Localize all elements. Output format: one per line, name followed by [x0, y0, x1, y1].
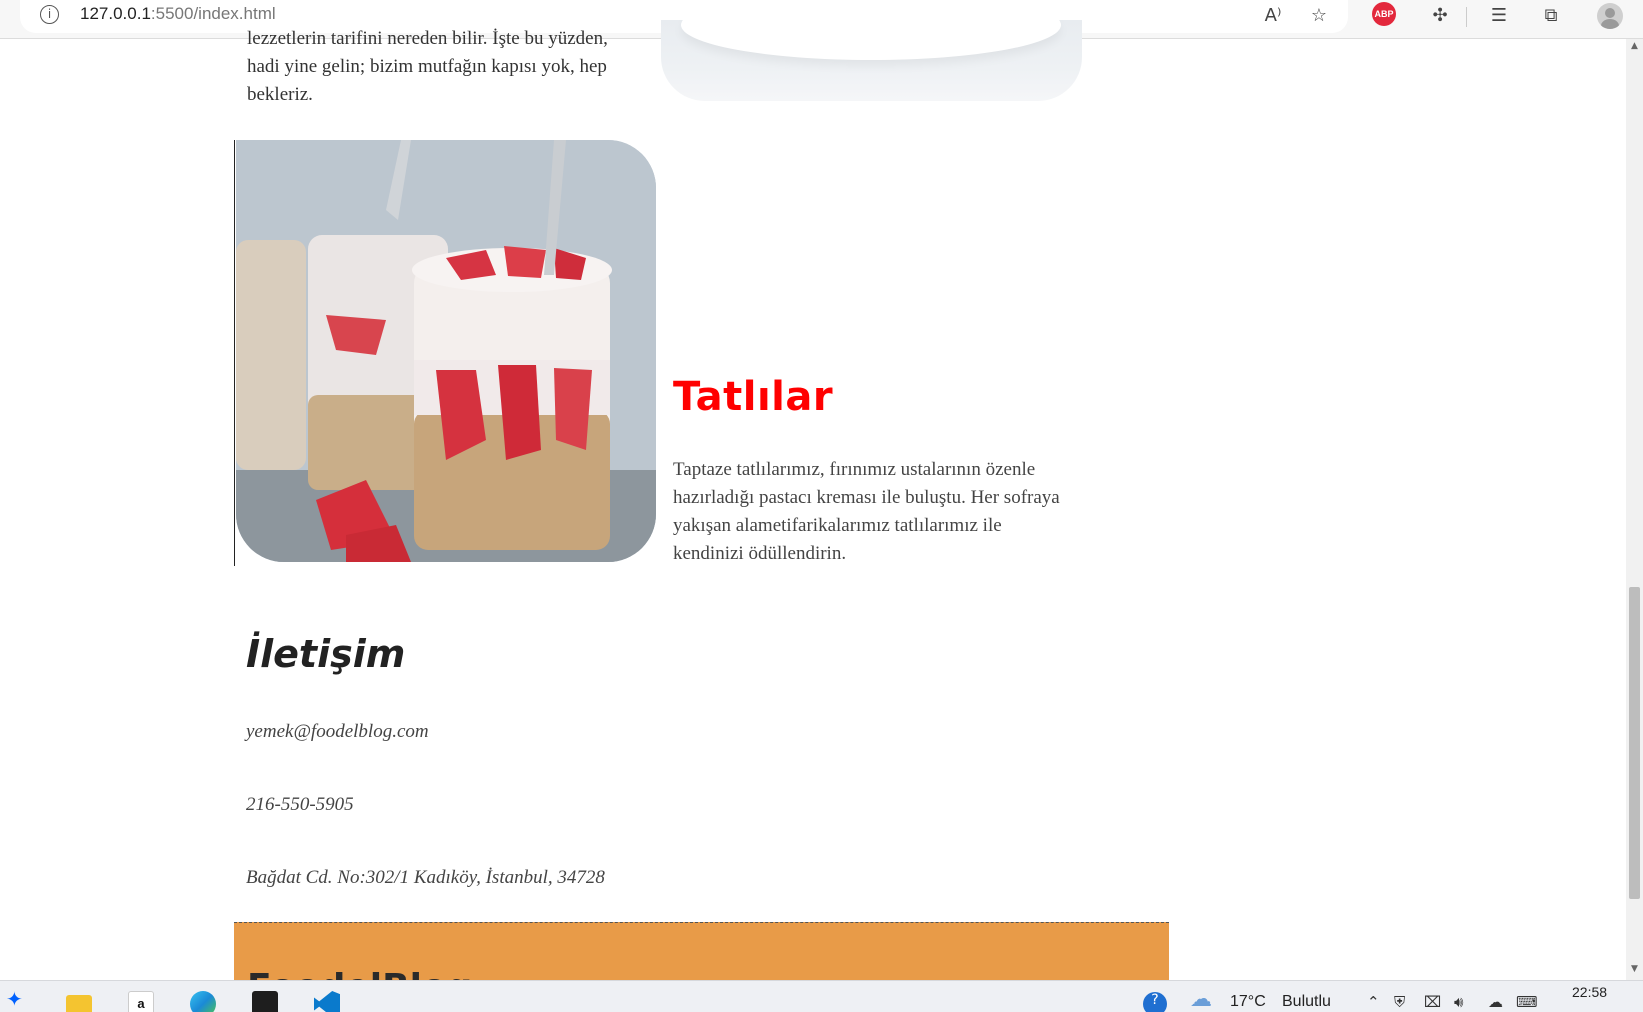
section-title: Tatlılar [673, 374, 834, 420]
collections-icon[interactable]: ⧉ [1538, 3, 1564, 29]
adblock-icon[interactable]: ABP [1372, 2, 1396, 26]
vscode-icon[interactable] [314, 991, 340, 1012]
dropbox-icon[interactable]: ✦ [6, 987, 32, 1012]
terminal-icon[interactable] [252, 991, 278, 1012]
url-host: 127.0.0.1 [80, 4, 151, 23]
file-explorer-icon[interactable] [66, 995, 92, 1012]
page-footer: FoodelBlog [234, 922, 1169, 982]
help-icon[interactable]: ? [1143, 992, 1167, 1012]
section-description: Taptaze tatlılarımız, fırınımız ustaları… [673, 459, 1060, 564]
network-icon[interactable]: ⌧ [1424, 993, 1441, 1011]
keyboard-icon[interactable]: ⌨ [1516, 993, 1538, 1011]
dessert-image [236, 140, 656, 562]
contact-address: Bağdat Cd. No:302/1 Kadıköy, İstanbul, 3… [246, 867, 605, 888]
bowl-image [661, 20, 1082, 101]
edge-icon[interactable] [190, 991, 216, 1012]
chevron-up-icon[interactable]: ⌃ [1367, 993, 1380, 1011]
scroll-thumb[interactable] [1629, 587, 1640, 899]
clock-time[interactable]: 22:58 [1572, 984, 1607, 1000]
info-icon[interactable]: i [40, 5, 59, 24]
shield-icon[interactable]: ⛨ [1394, 993, 1405, 1011]
image-border-line [234, 140, 235, 566]
weather-status[interactable]: Bulutlu [1282, 993, 1331, 1011]
toolbar-divider [1466, 7, 1467, 27]
contact-phone[interactable]: 216-550-5905 [246, 794, 354, 816]
intro-paragraph: lezzetlerin tarifini nereden bilir. İşte… [247, 25, 647, 109]
scroll-up-arrow[interactable]: ▲ [1626, 41, 1643, 55]
dessert-illustration [236, 140, 656, 562]
weather-temp[interactable]: 17°C [1230, 993, 1266, 1011]
profile-icon[interactable] [1597, 3, 1623, 29]
favorites-icon[interactable]: ☰ [1486, 3, 1512, 29]
add-favorite-icon[interactable]: ☆ [1306, 3, 1332, 29]
intro-line: bekleriz. [247, 84, 313, 105]
amazon-icon[interactable]: a [128, 991, 154, 1012]
scroll-down-arrow[interactable]: ▼ [1626, 964, 1643, 978]
contact-email[interactable]: yemek@foodelblog.com [246, 721, 429, 743]
os-taskbar: ✦ a ? ☁ 17°C Bulutlu ⌃ ⛨ ⌧ 🔊︎ ☁ ⌨ 22:58 [0, 980, 1643, 1012]
intro-line: lezzetlerin tarifini nereden bilir. İşte… [247, 28, 608, 49]
onedrive-icon[interactable]: ☁ [1488, 993, 1503, 1011]
extensions-icon[interactable]: ✣ [1427, 3, 1453, 29]
intro-line: hadi yine gelin; bizim mutfağın kapısı y… [247, 56, 607, 77]
read-aloud-icon[interactable]: A⁾ [1260, 3, 1286, 29]
page-scrollbar[interactable]: ▲ ▼ [1626, 39, 1643, 980]
weather-icon[interactable]: ☁ [1190, 987, 1212, 1012]
volume-icon[interactable]: 🔊︎ [1454, 993, 1463, 1011]
url-text[interactable]: 127.0.0.1:5500/index.html [80, 4, 276, 24]
contact-title: İletişim [246, 632, 406, 676]
url-path: :5500/index.html [150, 4, 276, 23]
